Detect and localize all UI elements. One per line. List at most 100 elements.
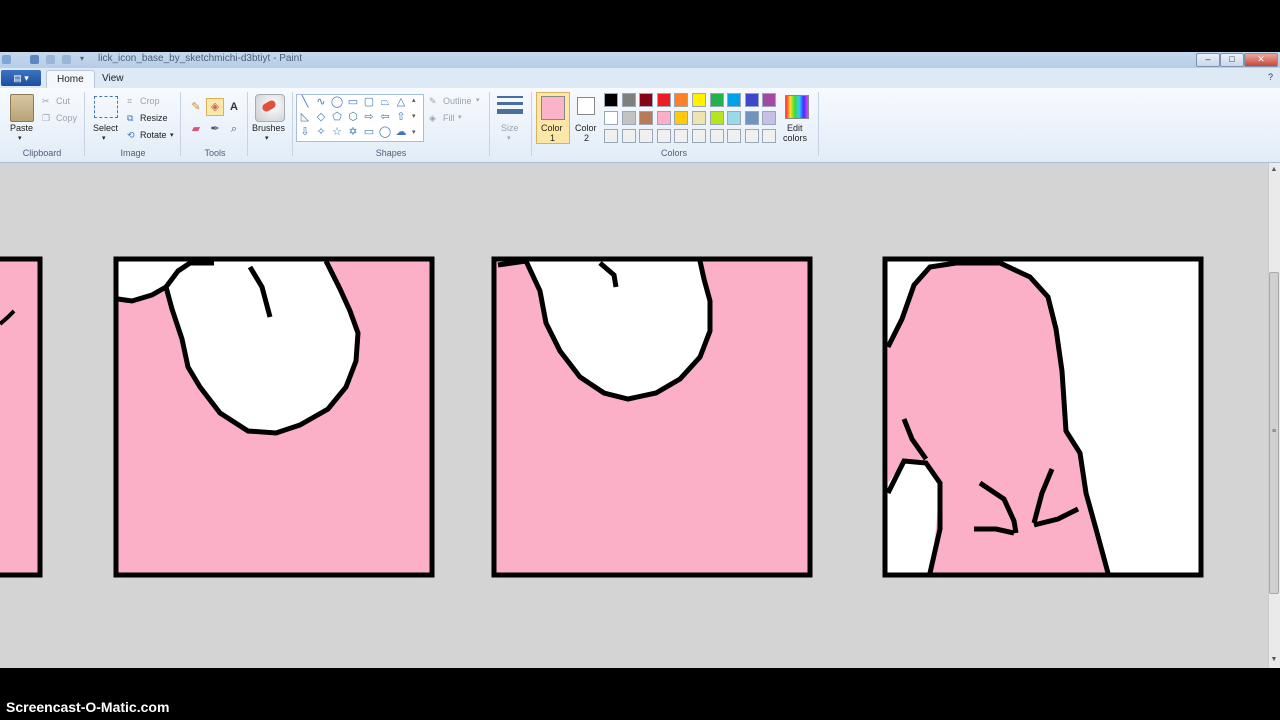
pencil-icon[interactable]: ✎ — [187, 98, 205, 116]
rounded-rectangle-shape-icon[interactable]: ▢ — [362, 95, 376, 109]
close-button[interactable]: ✕ — [1244, 53, 1278, 67]
palette-swatch[interactable] — [762, 111, 777, 125]
undo-icon[interactable] — [46, 55, 55, 64]
palette-swatch[interactable] — [744, 129, 759, 143]
tab-home[interactable]: Home — [46, 70, 95, 88]
redo-icon[interactable] — [62, 55, 71, 64]
fill-button[interactable]: Fill — [443, 113, 455, 123]
paint-menu-button[interactable]: ▤ ▾ — [1, 70, 41, 86]
rectangle-shape-icon[interactable]: ▭ — [346, 95, 360, 109]
palette-swatch[interactable] — [639, 129, 654, 143]
curve-shape-icon[interactable]: ∿ — [314, 95, 328, 109]
rotate-dropdown-icon[interactable]: ▾ — [170, 131, 174, 139]
crop-button[interactable]: Crop — [140, 96, 160, 106]
text-icon[interactable]: A — [225, 98, 243, 116]
edit-colors-button[interactable]: Edit — [787, 123, 803, 133]
palette-swatch[interactable] — [727, 93, 742, 107]
up-arrow-shape-icon[interactable]: ⇧ — [394, 110, 408, 124]
palette-swatch[interactable] — [692, 93, 706, 107]
right-arrow-shape-icon[interactable]: ⇨ — [362, 110, 376, 124]
palette-swatch[interactable] — [604, 111, 618, 125]
pentagon-shape-icon[interactable]: ⬠ — [330, 110, 344, 124]
color2-button[interactable] — [577, 97, 595, 115]
palette-swatch[interactable] — [727, 129, 742, 143]
palette-swatch[interactable] — [692, 129, 706, 143]
fill-dropdown-icon[interactable]: ▾ — [458, 113, 462, 121]
right-triangle-shape-icon[interactable]: ◺ — [298, 110, 312, 124]
brushes-dropdown-icon[interactable]: ▾ — [265, 134, 269, 142]
palette-swatch[interactable] — [674, 129, 689, 143]
callout-rect-shape-icon[interactable]: ▭ — [362, 125, 376, 139]
outline-dropdown-icon[interactable]: ▾ — [476, 96, 480, 104]
callout-cloud-shape-icon[interactable]: ☁ — [394, 125, 408, 139]
left-arrow-shape-icon[interactable]: ⇦ — [378, 110, 392, 124]
size-dropdown-icon[interactable]: ▾ — [507, 134, 511, 142]
scroll-up-icon[interactable]: ▲ — [1269, 166, 1279, 173]
palette-swatch[interactable] — [692, 111, 706, 125]
palette-swatch[interactable] — [621, 111, 636, 125]
palette-swatch[interactable] — [674, 93, 689, 107]
palette-swatch[interactable] — [674, 111, 689, 125]
five-point-star-shape-icon[interactable]: ☆ — [330, 125, 344, 139]
brushes-button[interactable]: Brushes — [252, 123, 285, 133]
select-button[interactable]: Select — [93, 123, 118, 133]
palette-swatch[interactable] — [744, 93, 759, 107]
palette-swatch[interactable] — [656, 129, 671, 143]
resize-button[interactable]: Resize — [140, 113, 168, 123]
fill-bucket-icon[interactable]: ◈ — [206, 98, 224, 116]
down-arrow-shape-icon[interactable]: ⇩ — [298, 125, 312, 139]
paint-app-icon[interactable] — [2, 55, 11, 64]
paste-button[interactable]: Paste — [10, 123, 33, 133]
six-point-star-shape-icon[interactable]: ✡ — [346, 125, 360, 139]
magnifier-icon[interactable]: ⌕ — [225, 120, 243, 138]
shapes-expand-icon[interactable]: ▾ — [412, 128, 416, 136]
shapes-scroll-up-icon[interactable]: ▴ — [412, 96, 416, 104]
oval-shape-icon[interactable]: ◯ — [330, 95, 344, 109]
save-icon[interactable] — [30, 55, 39, 64]
size-button[interactable]: Size — [501, 123, 519, 133]
qat-dropdown-icon[interactable]: ▾ — [80, 54, 84, 63]
select-dropdown-icon[interactable]: ▾ — [102, 134, 106, 142]
divider — [489, 92, 490, 156]
polygon-shape-icon[interactable]: ⏢ — [378, 95, 392, 109]
rotate-button[interactable]: Rotate — [140, 130, 167, 140]
palette-swatch[interactable] — [639, 111, 654, 125]
tab-view[interactable]: View — [92, 70, 134, 87]
palette-swatch[interactable] — [762, 129, 777, 143]
palette-swatch[interactable] — [621, 129, 636, 143]
palette-swatch[interactable] — [604, 129, 618, 143]
palette-swatch[interactable] — [709, 111, 724, 125]
paste-icon[interactable] — [10, 94, 34, 122]
paste-dropdown-icon[interactable]: ▾ — [18, 134, 22, 142]
select-icon[interactable] — [94, 96, 118, 118]
triangle-shape-icon[interactable]: △ — [394, 95, 408, 109]
diamond-shape-icon[interactable]: ◇ — [314, 110, 328, 124]
callout-oval-shape-icon[interactable]: ◯ — [378, 125, 392, 139]
color-picker-icon[interactable]: ✒ — [206, 120, 224, 138]
palette-swatch[interactable] — [656, 111, 671, 125]
scroll-down-icon[interactable]: ▼ — [1269, 656, 1279, 663]
palette-swatch[interactable] — [762, 93, 777, 107]
palette-swatch[interactable] — [639, 93, 654, 107]
palette-swatch[interactable] — [727, 111, 742, 125]
palette-swatch[interactable] — [656, 93, 671, 107]
four-point-star-shape-icon[interactable]: ✧ — [314, 125, 328, 139]
copy-button[interactable]: Copy — [56, 113, 77, 123]
palette-swatch[interactable] — [621, 93, 636, 107]
palette-swatch[interactable] — [709, 93, 724, 107]
eraser-icon[interactable]: ▰ — [187, 120, 205, 138]
maximize-button[interactable]: □ — [1220, 53, 1244, 67]
cut-button[interactable]: Cut — [56, 96, 70, 106]
hexagon-shape-icon[interactable]: ⬡ — [346, 110, 360, 124]
minimize-button[interactable]: – — [1196, 53, 1220, 67]
palette-swatch[interactable] — [744, 111, 759, 125]
palette-swatch[interactable] — [709, 129, 724, 143]
help-icon[interactable]: ? — [1268, 72, 1278, 84]
shapes-scroll-down-icon[interactable]: ▾ — [412, 112, 416, 120]
line-shape-icon[interactable]: ╲ — [298, 95, 312, 109]
palette-swatch[interactable] — [604, 93, 618, 107]
canvas-image[interactable] — [0, 163, 1268, 668]
edit-colors-icon[interactable] — [785, 95, 809, 119]
canvas-area[interactable] — [0, 163, 1268, 668]
outline-button[interactable]: Outline — [443, 96, 472, 106]
